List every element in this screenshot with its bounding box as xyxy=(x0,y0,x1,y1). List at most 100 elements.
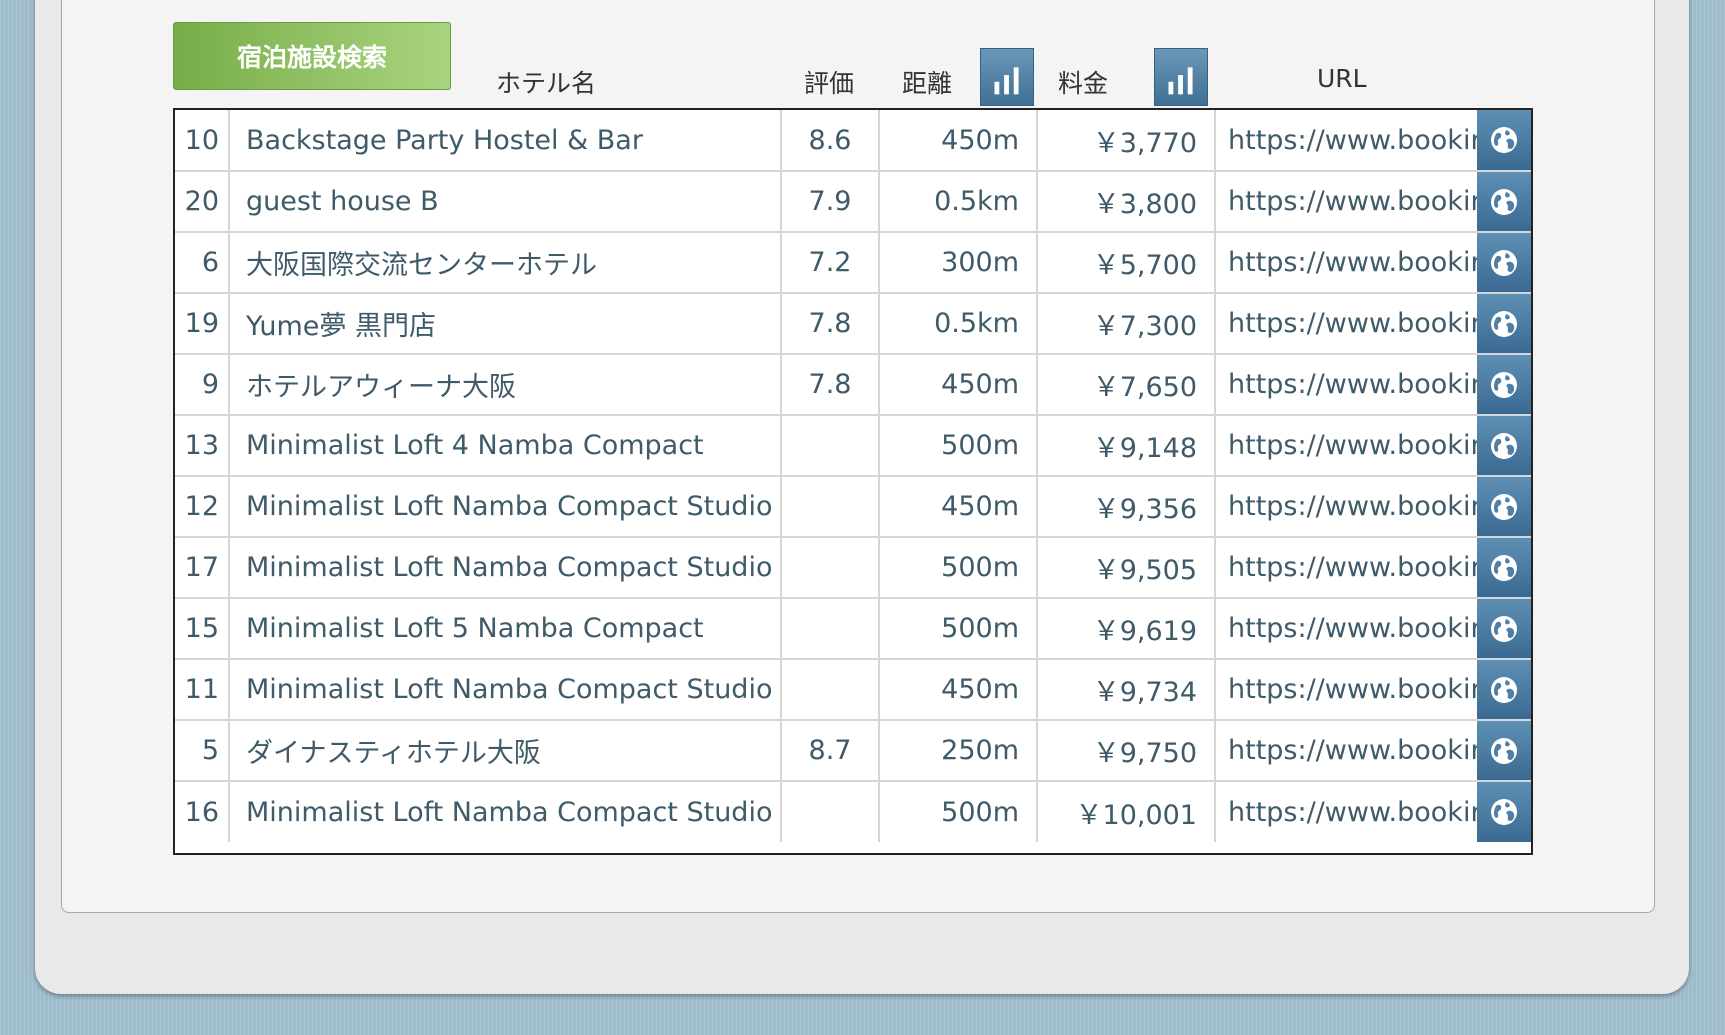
globe-icon xyxy=(1491,493,1517,520)
hotel-name-cell: Minimalist Loft Namba Compact Studio xyxy=(229,476,782,538)
rating-cell: 8.7 xyxy=(781,720,880,782)
price-cell: ￥9,734 xyxy=(1037,659,1216,721)
distance-cell: 250m xyxy=(879,720,1038,782)
column-header-hotel-name: ホテル名 xyxy=(496,69,597,98)
url-cell: https://www.bookir xyxy=(1215,171,1477,233)
hotel-name-cell: Minimalist Loft 4 Namba Compact xyxy=(229,415,782,477)
rating-cell xyxy=(781,598,880,660)
price-cell: ￥7,300 xyxy=(1037,293,1216,355)
column-header-rating: 評価 xyxy=(804,69,855,98)
rating-cell xyxy=(781,659,880,721)
price-cell: ￥9,148 xyxy=(1037,415,1216,477)
price-cell: ￥3,770 xyxy=(1037,110,1216,172)
column-header-price: 料金 xyxy=(1058,69,1109,98)
open-link-button[interactable] xyxy=(1477,781,1531,842)
table-row: 13 Minimalist Loft 4 Namba Compact 500m ￥9,… xyxy=(175,415,1531,477)
distance-cell: 450m xyxy=(879,659,1038,721)
rating-cell xyxy=(781,415,880,477)
distance-cell: 450m xyxy=(879,476,1038,538)
price-cell: ￥7,650 xyxy=(1037,354,1216,416)
row-number: 17 xyxy=(175,537,230,599)
distance-cell: 450m xyxy=(879,110,1038,172)
open-link-button[interactable] xyxy=(1477,232,1531,294)
table-row: 9 ホテルアウィーナ大阪 7.8 450m ￥7,650 https://www.book… xyxy=(175,354,1531,416)
url-cell: https://www.bookir xyxy=(1215,720,1477,782)
column-header-distance: 距離 xyxy=(902,69,953,98)
distance-cell: 0.5km xyxy=(879,293,1038,355)
url-cell: https://www.bookir xyxy=(1215,415,1477,477)
distance-cell: 500m xyxy=(879,415,1038,477)
hotel-name-cell: Minimalist Loft Namba Compact Studio xyxy=(229,659,782,721)
open-link-button[interactable] xyxy=(1477,659,1531,721)
globe-icon xyxy=(1491,127,1517,153)
bar-chart-icon xyxy=(1168,67,1193,95)
url-cell: https://www.bookir xyxy=(1215,232,1477,294)
url-cell: https://www.bookir xyxy=(1215,598,1477,660)
hotel-name-cell: Minimalist Loft Namba Compact Studio xyxy=(229,781,782,842)
rating-cell: 8.6 xyxy=(781,110,880,172)
table-row: 20 guest house B 7.9 0.5km ￥3,800 https://www… xyxy=(175,171,1531,233)
url-cell: https://www.bookir xyxy=(1215,537,1477,599)
row-number: 12 xyxy=(175,476,230,538)
column-header-url: URL xyxy=(1317,64,1367,93)
url-cell: https://www.bookir xyxy=(1215,110,1477,172)
hotel-name-cell: Minimalist Loft Namba Compact Studio xyxy=(229,537,782,599)
sort-by-distance-button[interactable] xyxy=(980,48,1034,106)
rating-cell xyxy=(781,476,880,538)
row-number: 19 xyxy=(175,293,230,355)
open-link-button[interactable] xyxy=(1477,537,1531,599)
hotel-name-cell: 大阪国際交流センターホテル xyxy=(229,232,782,294)
price-cell: ￥9,619 xyxy=(1037,598,1216,660)
globe-icon xyxy=(1491,310,1517,337)
distance-cell: 500m xyxy=(879,537,1038,599)
hotel-name-cell: ダイナスティホテル大阪 xyxy=(229,720,782,782)
row-number: 16 xyxy=(175,781,230,842)
rating-cell: 7.8 xyxy=(781,293,880,355)
rating-cell: 7.8 xyxy=(781,354,880,416)
open-link-button[interactable] xyxy=(1477,293,1531,355)
open-link-button[interactable] xyxy=(1477,720,1531,782)
distance-cell: 300m xyxy=(879,232,1038,294)
sort-by-price-button[interactable] xyxy=(1154,48,1208,106)
globe-icon xyxy=(1491,432,1517,459)
globe-icon xyxy=(1491,615,1517,642)
globe-icon xyxy=(1491,799,1517,825)
hotel-results-table: 10 Backstage Party Hostel & Bar 8.6 450m ￥3,… xyxy=(173,108,1533,855)
globe-icon xyxy=(1491,188,1517,215)
distance-cell: 0.5km xyxy=(879,171,1038,233)
row-number: 10 xyxy=(175,110,230,172)
table-row: 11 Minimalist Loft Namba Compact Studio 45… xyxy=(175,659,1531,721)
price-cell: ￥10,001 xyxy=(1037,781,1216,842)
url-cell: https://www.bookir xyxy=(1215,354,1477,416)
globe-icon xyxy=(1491,371,1517,398)
open-link-button[interactable] xyxy=(1477,171,1531,233)
distance-cell: 500m xyxy=(879,598,1038,660)
hotel-name-cell: guest house B xyxy=(229,171,782,233)
price-cell: ￥3,800 xyxy=(1037,171,1216,233)
table-row: 10 Backstage Party Hostel & Bar 8.6 450m ￥3,… xyxy=(175,110,1531,172)
hotel-name-cell: Yume夢 黒門店 xyxy=(229,293,782,355)
table-row: 19 Yume夢 黒門店 7.8 0.5km ￥7,300 https://www.boo… xyxy=(175,293,1531,355)
row-number: 9 xyxy=(175,354,230,416)
row-number: 5 xyxy=(175,720,230,782)
open-link-button[interactable] xyxy=(1477,354,1531,416)
row-number: 6 xyxy=(175,232,230,294)
open-link-button[interactable] xyxy=(1477,476,1531,538)
accommodation-search-button[interactable]: 宿泊施設検索 xyxy=(173,22,451,90)
table-row: 17 Minimalist Loft Namba Compact Studio 50… xyxy=(175,537,1531,599)
rating-cell: 7.9 xyxy=(781,171,880,233)
distance-cell: 450m xyxy=(879,354,1038,416)
price-cell: ￥5,700 xyxy=(1037,232,1216,294)
hotel-name-cell: Minimalist Loft 5 Namba Compact xyxy=(229,598,782,660)
price-cell: ￥9,505 xyxy=(1037,537,1216,599)
open-link-button[interactable] xyxy=(1477,110,1531,172)
open-link-button[interactable] xyxy=(1477,598,1531,660)
table-row: 15 Minimalist Loft 5 Namba Compact 500m ￥9,… xyxy=(175,598,1531,660)
table-row: 5 ダイナスティホテル大阪 8.7 250m ￥9,750 https://www.boo… xyxy=(175,720,1531,782)
hotel-name-cell: Backstage Party Hostel & Bar xyxy=(229,110,782,172)
row-number: 20 xyxy=(175,171,230,233)
url-cell: https://www.bookir xyxy=(1215,659,1477,721)
rating-cell xyxy=(781,537,880,599)
open-link-button[interactable] xyxy=(1477,415,1531,477)
price-cell: ￥9,750 xyxy=(1037,720,1216,782)
